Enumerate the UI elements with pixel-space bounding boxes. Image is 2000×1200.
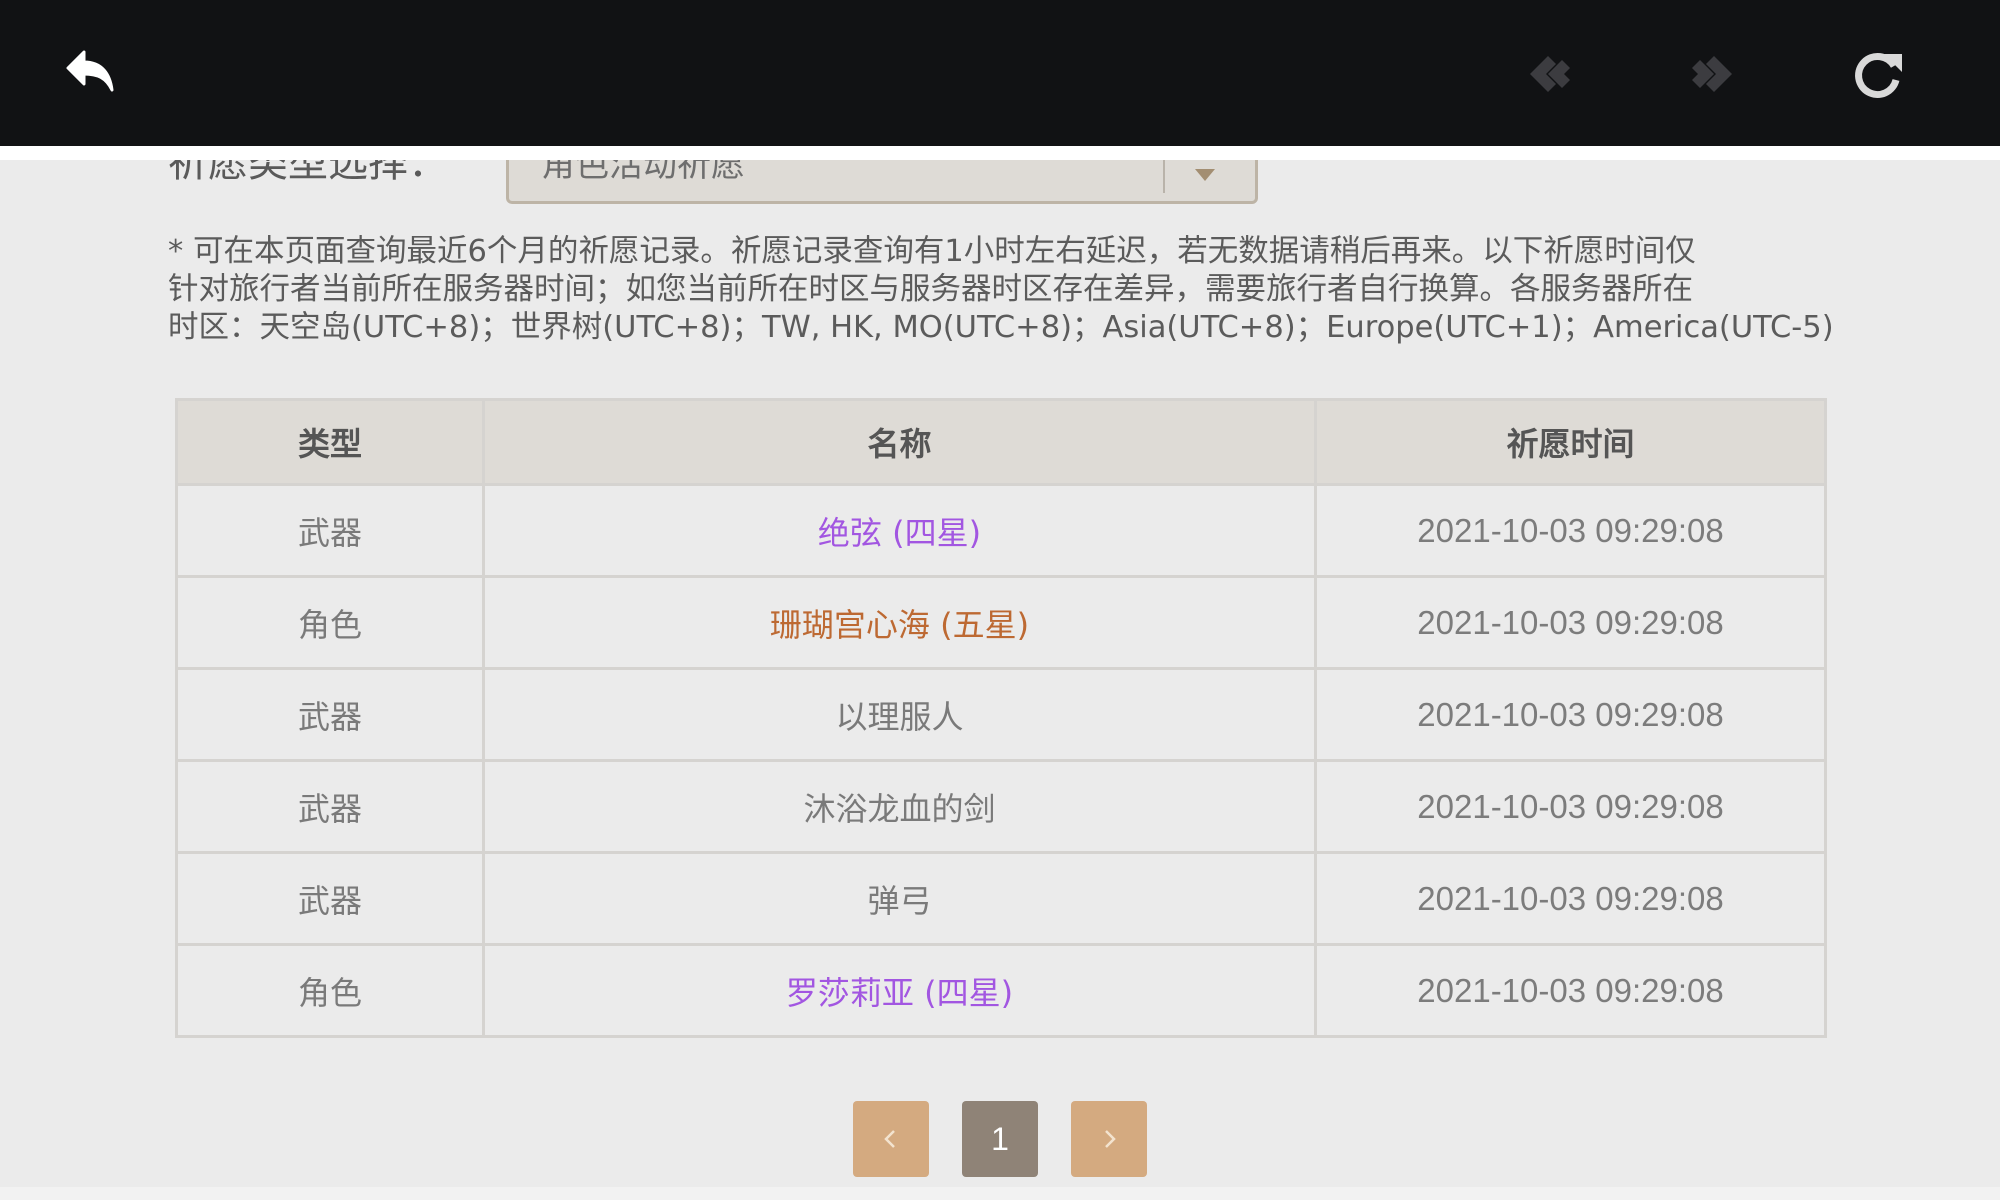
column-header-time: 祈愿时间 [1314,398,1827,486]
cell-name: 珊瑚宫心海 (五星) [482,575,1317,670]
cell-type: 角色 [175,575,485,670]
table-header-row: 类型 名称 祈愿时间 [175,398,1827,486]
wish-type-select[interactable]: 角色活动祈愿 [506,160,1258,204]
table-row: 武器 以理服人 2021-10-03 09:29:08 [175,667,1827,762]
notice-line: 针对旅行者当前所在服务器时间；如您当前所在时区与服务器时区存在差异，需要旅行者自… [168,272,1693,307]
cell-name: 弹弓 [482,851,1317,946]
browser-back-button[interactable] [1514,38,1586,110]
wish-history-table: 类型 名称 祈愿时间 武器 绝弦 (四星) 2021-10-03 09:29:0… [175,398,1827,1038]
cell-time: 2021-10-03 09:29:08 [1314,943,1827,1038]
select-divider [1163,160,1165,193]
cell-time: 2021-10-03 09:29:08 [1314,483,1827,578]
back-arrow-icon [66,50,114,92]
cell-type: 武器 [175,759,485,854]
cell-type: 武器 [175,483,485,578]
browser-forward-button[interactable] [1676,38,1748,110]
cell-type: 武器 [175,851,485,946]
table-row: 武器 弹弓 2021-10-03 09:29:08 [175,851,1827,946]
notice-line: 时区：天空岛(UTC+8)；世界树(UTC+8)；TW, HK, MO(UTC+… [168,310,1834,345]
table-row: 角色 罗莎莉亚 (四星) 2021-10-03 09:29:08 [175,943,1827,1038]
cell-type: 武器 [175,667,485,762]
prev-page-button[interactable] [853,1101,929,1177]
wish-type-selected: 角色活动祈愿 [541,160,745,185]
cell-name: 沐浴龙血的剑 [482,759,1317,854]
wish-type-label: 祈愿类型选择： [168,160,448,186]
back-button[interactable] [56,38,128,110]
chevron-down-icon [1195,169,1215,181]
chevron-right-icon [1105,1130,1116,1148]
column-header-type: 类型 [175,398,485,486]
wish-type-filter: 祈愿类型选择： 角色活动祈愿 [0,160,2000,210]
table-row: 角色 珊瑚宫心海 (五星) 2021-10-03 09:29:08 [175,575,1827,670]
header-divider [0,146,2000,160]
column-header-name: 名称 [482,398,1317,486]
cell-time: 2021-10-03 09:29:08 [1314,759,1827,854]
cell-name: 罗莎莉亚 (四星) [482,943,1317,1038]
cell-time: 2021-10-03 09:29:08 [1314,851,1827,946]
cell-name: 以理服人 [482,667,1317,762]
cell-time: 2021-10-03 09:29:08 [1314,667,1827,762]
refresh-button[interactable] [1842,38,1914,110]
notice-text: * 可在本页面查询最近6个月的祈愿记录。祈愿记录查询有1小时左右延迟，若无数据请… [168,233,1834,347]
notice-line: * 可在本页面查询最近6个月的祈愿记录。祈愿记录查询有1小时左右延迟，若无数据请… [168,234,1696,269]
cell-name: 绝弦 (四星) [482,483,1317,578]
table-row: 武器 绝弦 (四星) 2021-10-03 09:29:08 [175,483,1827,578]
chevron-left-icon [884,1130,895,1148]
refresh-icon [1855,53,1902,98]
top-toolbar [0,0,2000,146]
bottom-edge [0,1187,2000,1200]
nav-back-icon [1530,56,1570,92]
next-page-button[interactable] [1071,1101,1147,1177]
cell-time: 2021-10-03 09:29:08 [1314,575,1827,670]
table-row: 武器 沐浴龙血的剑 2021-10-03 09:29:08 [175,759,1827,854]
page-number-button[interactable]: 1 [962,1101,1038,1177]
nav-forward-icon [1692,56,1732,92]
cell-type: 角色 [175,943,485,1038]
